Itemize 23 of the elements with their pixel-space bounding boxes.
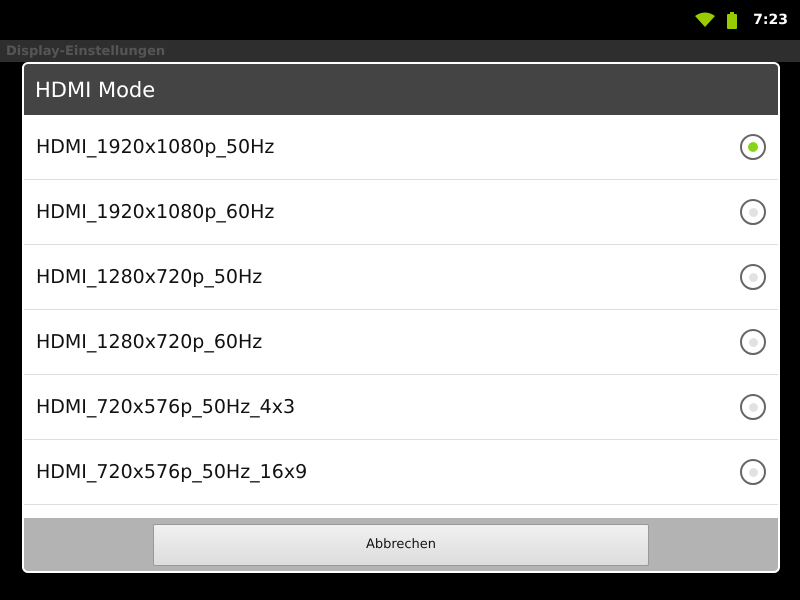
radio-button[interactable] bbox=[740, 134, 766, 160]
cancel-button[interactable]: Abbrechen bbox=[153, 524, 649, 566]
radio-button[interactable] bbox=[740, 199, 766, 225]
option-label: HDMI_720x576p_50Hz_4x3 bbox=[36, 396, 296, 418]
option-label: HDMI_1280x720p_50Hz bbox=[36, 266, 262, 288]
radio-button[interactable] bbox=[740, 264, 766, 290]
option-row[interactable]: HDMI_1920x1080p_60Hz bbox=[24, 180, 778, 245]
option-label: HDMI_1920x1080p_60Hz bbox=[36, 201, 274, 223]
radio-button[interactable] bbox=[740, 329, 766, 355]
option-label: HDMI_720x576p_50Hz_16x9 bbox=[36, 461, 308, 483]
wifi-icon bbox=[695, 12, 716, 28]
option-row[interactable]: HDMI_720x576p_50Hz_4x3 bbox=[24, 375, 778, 440]
dialog-title: HDMI Mode bbox=[24, 64, 778, 115]
option-row[interactable]: HDMI_720x576p_50Hz_16x9 bbox=[24, 440, 778, 505]
option-row[interactable]: HDMI_1920x1080p_50Hz bbox=[24, 115, 778, 180]
radio-button[interactable] bbox=[740, 394, 766, 420]
status-time: 7:23 bbox=[753, 12, 788, 28]
option-row[interactable]: HDMI_1280x720p_50Hz bbox=[24, 245, 778, 310]
option-label: HDMI_1920x1080p_50Hz bbox=[36, 136, 274, 158]
battery-icon bbox=[727, 12, 738, 28]
option-row[interactable]: HDMI_1280x720p_60Hz bbox=[24, 310, 778, 375]
radio-button[interactable] bbox=[740, 459, 766, 485]
option-label: HDMI_1280x720p_60Hz bbox=[36, 331, 262, 353]
